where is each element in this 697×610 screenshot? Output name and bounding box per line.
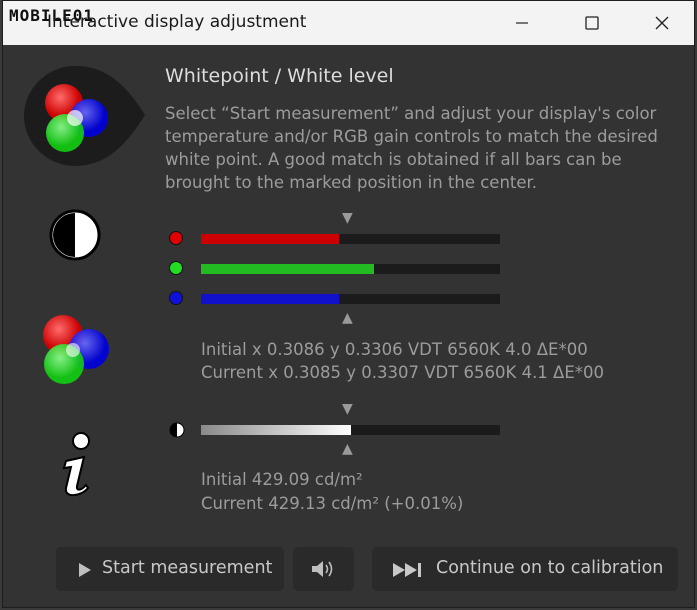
play-icon (79, 563, 91, 577)
whitepoint-initial: Initial x 0.3086 y 0.3306 VDT 6560K 4.0 … (201, 340, 588, 359)
minimize-icon (516, 22, 528, 24)
luminance-marker-top: ▼ (342, 401, 353, 417)
close-button[interactable] (639, 1, 685, 45)
red-channel-fill (201, 234, 339, 244)
blue-channel-dot (169, 291, 183, 305)
blue-channel-bar (201, 294, 500, 304)
speaker-icon (312, 561, 333, 577)
skip-forward-icon (393, 563, 421, 577)
green-channel-bar (201, 264, 500, 274)
green-channel-fill (201, 264, 375, 274)
continue-calibration-label: Continue on to calibration (436, 558, 664, 578)
whitepoint-current: Current x 0.3085 y 0.3307 VDT 6560K 4.1 … (201, 363, 605, 382)
luminance-current: Current 429.13 cd/m² (+0.01%) (201, 494, 464, 513)
whitepoint-step-icon (24, 66, 145, 166)
page-heading: Whitepoint / White level (165, 65, 394, 87)
luminance-initial: Initial 429.09 cd/m² (201, 470, 363, 489)
info-icon (62, 432, 90, 497)
start-measurement-label: Start measurement (102, 558, 273, 578)
luminance-bar (201, 425, 500, 435)
luminance-fill (201, 425, 351, 435)
maximize-button[interactable] (569, 1, 615, 45)
sound-toggle-button[interactable] (293, 547, 354, 591)
green-channel-dot (169, 261, 183, 275)
adjustment-window: MOBILE01 Interactive display adjustment (2, 0, 695, 608)
luminance-marker-bottom: ▲ (342, 441, 353, 457)
red-channel-bar (201, 234, 500, 244)
start-measurement-button[interactable]: Start measurement (56, 547, 284, 591)
red-channel-dot (169, 231, 183, 245)
continue-calibration-button[interactable]: Continue on to calibration (372, 547, 678, 591)
instructions-text: Select “Start measurement” and adjust yo… (165, 104, 658, 192)
target-marker-bottom: ▲ (342, 310, 353, 326)
titlebar: MOBILE01 Interactive display adjustment (3, 1, 694, 45)
minimize-button[interactable] (499, 1, 545, 45)
rgb-balance-step-icon (43, 315, 109, 384)
close-icon (655, 16, 669, 30)
contrast-step-icon (49, 209, 101, 261)
window-title: Interactive display adjustment (47, 12, 307, 32)
target-marker-top: ▼ (342, 210, 353, 226)
contrast-icon (169, 422, 185, 438)
maximize-icon (585, 16, 599, 30)
blue-channel-fill (201, 294, 339, 304)
